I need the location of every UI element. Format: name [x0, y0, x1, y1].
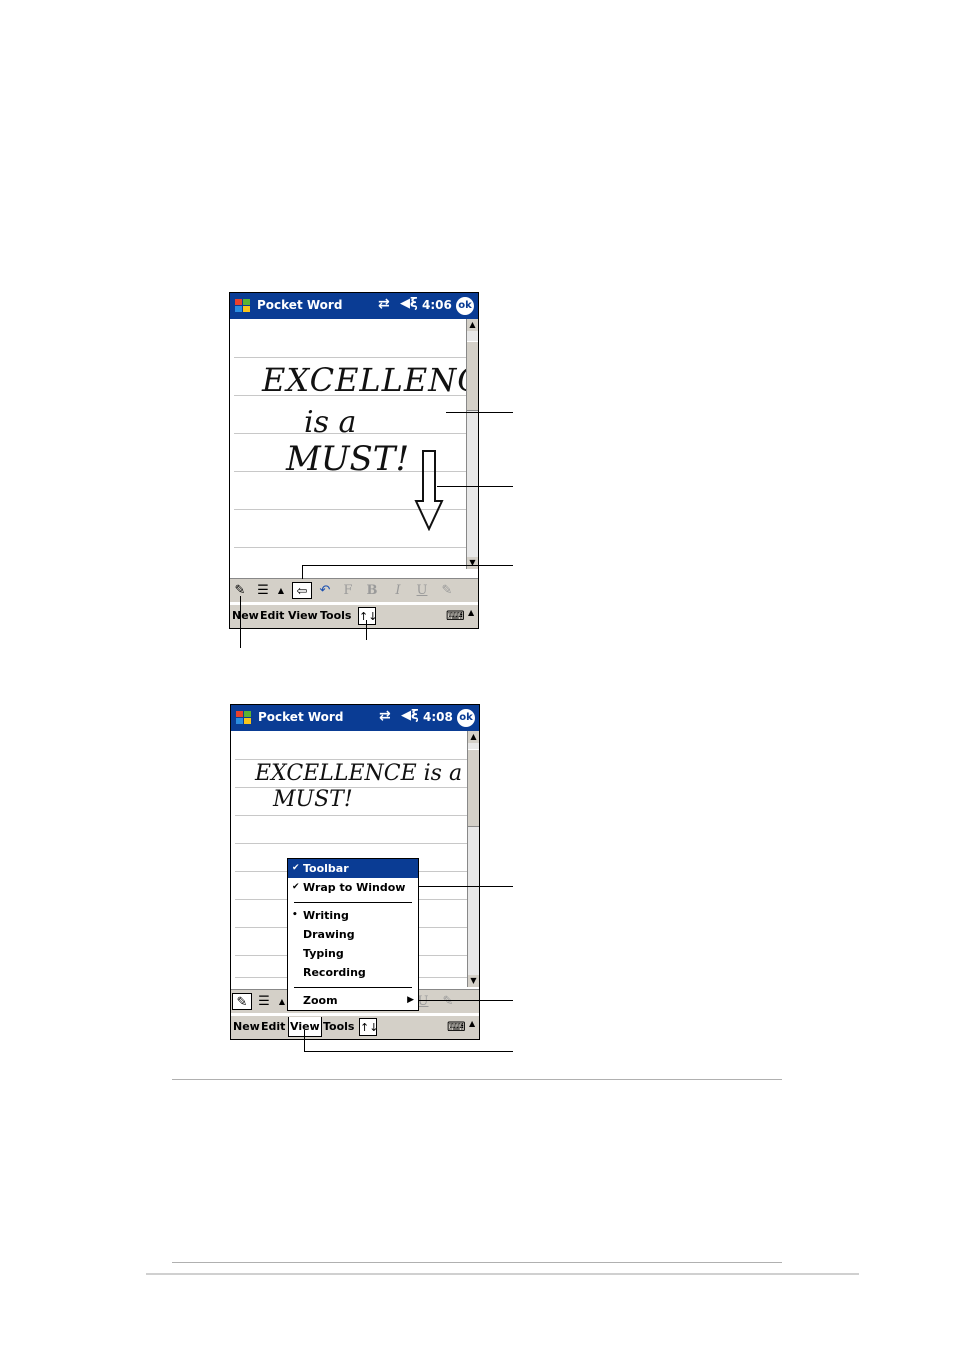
- input-panel-arrow-icon[interactable]: ▲: [469, 1019, 475, 1028]
- handwriting-line-1: EXCELLENCE: [262, 361, 478, 399]
- view-menu-item-label: Wrap to Window: [303, 881, 406, 894]
- vertical-scrollbar[interactable]: ▲ ▼: [467, 731, 479, 987]
- menu-bar: New Edit View Tools ↑↓ ⌨ ▲: [230, 604, 478, 628]
- windows-flag-icon[interactable]: [234, 708, 254, 728]
- menu-new[interactable]: New: [232, 609, 259, 622]
- scroll-thumb[interactable]: [467, 341, 478, 411]
- checkmark-icon: ✔: [292, 863, 300, 873]
- input-method-arrow-button[interactable]: ↑↓: [358, 607, 377, 625]
- view-menu-item-label: Toolbar: [303, 862, 349, 875]
- handwriting-line-2: is a: [304, 405, 357, 440]
- connection-icon[interactable]: ⇄: [378, 296, 390, 312]
- submenu-arrow-icon: ▶: [407, 995, 414, 1005]
- scroll-up-arrow-icon[interactable]: ▲: [467, 319, 478, 331]
- keyboard-icon[interactable]: ⌨: [446, 609, 465, 624]
- scroll-up-arrow-icon[interactable]: ▲: [468, 731, 479, 743]
- callout-line: [410, 1000, 513, 1001]
- vertical-scrollbar[interactable]: ▲ ▼: [466, 319, 478, 569]
- pocket-word-screen-1: Pocket Word ⇄ ◀ξ 4:06 ok EXCELLENCE is a…: [229, 292, 479, 629]
- callout-line: [304, 1030, 305, 1051]
- view-menu-item-toolbar[interactable]: ✔ Toolbar: [288, 859, 418, 878]
- callout-line: [446, 412, 513, 413]
- toolbar-up-arrow-icon[interactable]: ▲: [276, 582, 286, 599]
- ok-button[interactable]: ok: [457, 709, 475, 727]
- speaker-icon[interactable]: ◀ξ: [401, 708, 419, 723]
- speaker-icon[interactable]: ◀ξ: [400, 296, 418, 311]
- document-area[interactable]: EXCELLENCE is a MUST!: [230, 319, 478, 580]
- font-icon[interactable]: F: [340, 582, 356, 599]
- view-menu-item-label: Recording: [303, 966, 366, 979]
- handwriting-line-1: EXCELLENCE is a: [255, 761, 463, 786]
- view-menu-popup: ✔ Toolbar ✔ Wrap to Window • Writing Dra…: [287, 858, 419, 1011]
- formatting-toolbar: ✎ ☰ ▲ ⇦ ↶ F B I U ✎: [230, 578, 478, 602]
- menu-edit[interactable]: Edit: [261, 1020, 285, 1033]
- menu-new[interactable]: New: [233, 1020, 260, 1033]
- callout-line: [302, 565, 303, 579]
- undo-icon[interactable]: ↶: [316, 582, 334, 599]
- callout-line: [366, 620, 367, 640]
- down-arrow-drawing: [414, 450, 444, 531]
- ruled-line: [235, 815, 467, 816]
- menu-view[interactable]: View: [288, 609, 318, 622]
- app-title: Pocket Word: [257, 298, 343, 312]
- menu-tools[interactable]: Tools: [320, 609, 351, 622]
- bold-icon[interactable]: B: [364, 582, 380, 599]
- menu-tools[interactable]: Tools: [323, 1020, 354, 1033]
- ruled-line: [235, 759, 467, 760]
- ruled-line: [234, 357, 466, 358]
- view-menu-item-label: Writing: [303, 909, 349, 922]
- clock[interactable]: 4:08: [423, 710, 453, 724]
- title-bar: Pocket Word ⇄ ◀ξ 4:08 ok: [231, 705, 479, 731]
- highlight-icon[interactable]: ✎: [438, 582, 456, 599]
- italic-icon[interactable]: I: [390, 582, 406, 599]
- scroll-down-arrow-icon[interactable]: ▼: [467, 557, 478, 569]
- keyboard-icon[interactable]: ⌨: [447, 1020, 466, 1035]
- app-title: Pocket Word: [258, 710, 344, 724]
- scroll-down-arrow-icon[interactable]: ▼: [468, 975, 479, 987]
- menu-separator: [294, 902, 412, 903]
- callout-line: [304, 1051, 513, 1052]
- view-menu-item-typing[interactable]: Typing: [288, 944, 418, 963]
- view-menu-item-drawing[interactable]: Drawing: [288, 925, 418, 944]
- view-menu-item-label: Typing: [303, 947, 344, 960]
- view-menu-item-label: Drawing: [303, 928, 355, 941]
- handwriting-line-3: MUST!: [286, 439, 410, 479]
- callout-line: [302, 565, 513, 566]
- page-footer-rule: [146, 1273, 859, 1275]
- ok-button[interactable]: ok: [456, 297, 474, 315]
- menu-bar: New Edit View Tools ↑↓ ⌨ ▲: [231, 1015, 479, 1039]
- callout-line: [240, 596, 241, 648]
- view-menu-item-recording[interactable]: Recording: [288, 963, 418, 982]
- view-menu-item-label: Zoom: [303, 994, 338, 1007]
- pen-icon[interactable]: ✎: [232, 993, 252, 1010]
- underline-icon[interactable]: U: [414, 582, 430, 599]
- ruled-line: [234, 547, 466, 548]
- connection-icon[interactable]: ⇄: [379, 708, 391, 724]
- wrap-icon[interactable]: ⇦: [292, 582, 312, 599]
- callout-line: [412, 886, 513, 887]
- checkmark-icon: ✔: [292, 882, 300, 892]
- view-menu-item-zoom[interactable]: Zoom ▶: [288, 991, 418, 1010]
- title-bar: Pocket Word ⇄ ◀ξ 4:06 ok: [230, 293, 478, 319]
- toolbar-up-arrow-icon[interactable]: ▲: [277, 993, 287, 1010]
- handwriting-line-2: MUST!: [273, 787, 353, 812]
- bullet-icon: •: [292, 910, 298, 920]
- input-panel-arrow-icon[interactable]: ▲: [468, 608, 474, 617]
- callout-line: [437, 486, 513, 487]
- line-thickness-icon[interactable]: ☰: [255, 993, 273, 1010]
- scroll-thumb[interactable]: [468, 749, 479, 827]
- input-method-arrow-button[interactable]: ↑↓: [359, 1018, 378, 1036]
- menu-edit[interactable]: Edit: [260, 609, 284, 622]
- line-thickness-icon[interactable]: ☰: [254, 582, 272, 599]
- pocket-word-screen-2: Pocket Word ⇄ ◀ξ 4:08 ok EXCELLENCE is a…: [230, 704, 480, 1040]
- page-divider: [172, 1079, 782, 1080]
- page-divider: [172, 1262, 782, 1263]
- ruled-line: [235, 843, 467, 844]
- view-menu-item-writing[interactable]: • Writing: [288, 906, 418, 925]
- menu-separator: [294, 987, 412, 988]
- clock[interactable]: 4:06: [422, 298, 452, 312]
- view-menu-item-wrap-to-window[interactable]: ✔ Wrap to Window: [288, 878, 418, 897]
- highlight-icon[interactable]: ✎: [439, 993, 457, 1010]
- windows-flag-icon[interactable]: [233, 296, 253, 316]
